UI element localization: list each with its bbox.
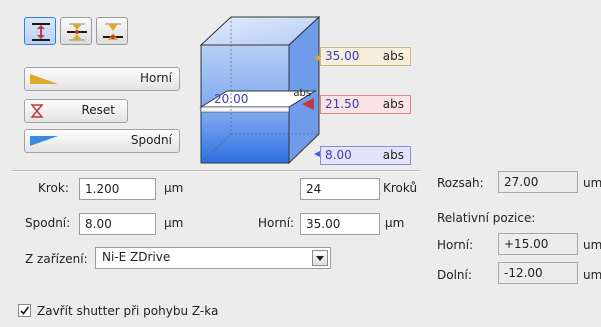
set-top-button[interactable]: Horní [24,67,180,91]
bottom-position-tag: 8.00 abs [320,146,411,165]
relative-position-heading: Relativní pozice: [437,211,536,225]
step-label: Krok: [38,181,69,195]
top-bottom-range-icon [32,23,50,41]
top-position-tag: 35.00 abs [320,47,411,66]
relative-bottom-label: Dolní: [437,268,472,282]
set-top-label: Horní [139,71,172,85]
top-wedge-icon [30,74,58,84]
range-mode-button[interactable] [24,17,56,45]
steps-count-input[interactable]: 24 [300,178,380,200]
steps-count-label: Kroků [383,181,418,195]
chevron-down-icon [316,256,324,261]
close-shutter-label[interactable]: Zavřít shutter při pohybu Z-ka [37,304,218,318]
close-shutter-checkbox[interactable] [18,304,31,317]
bottom-unit: µm [164,216,184,230]
bottom-position-unit: abs [382,148,404,162]
reset-button[interactable]: Reset [24,99,128,123]
section-divider [12,170,420,172]
middle-position-unit: abs [293,88,311,99]
z-device-value: Ni-E ZDrive [102,250,171,264]
z-device-select[interactable]: Ni-E ZDrive [95,247,331,269]
bottom-wedge-icon [30,136,58,146]
current-position-tag: 21.50 abs [320,95,411,114]
z-device-label: Z zařízení: [25,252,88,266]
top-position-unit: abs [382,49,404,63]
current-position-value: 21.50 [325,97,360,111]
top-unit: µm [385,216,405,230]
range-unit: um [583,176,601,190]
reset-label: Reset [81,103,115,117]
range-value-field: 27.00 [498,171,578,193]
bottom-position-value: 8.00 [325,148,352,162]
relative-top-label: Horní: [437,238,474,252]
current-position-unit: abs [382,97,404,111]
relative-top-field: +15.00 [498,233,578,255]
offset-range-icon [103,23,123,40]
center-mode-button[interactable] [60,17,92,45]
reset-icon [30,104,44,118]
step-input[interactable]: 1.200 [79,178,156,200]
checkmark-icon [20,306,30,315]
dropdown-arrow[interactable] [312,250,328,266]
bottom-label: Spodní: [25,216,71,230]
middle-position-value: 20.00 [214,92,249,106]
relative-top-unit: um [583,238,601,252]
top-input[interactable]: 35.00 [300,213,380,235]
offset-mode-button[interactable] [96,17,128,45]
bottom-input[interactable]: 8.00 [79,213,156,235]
relative-bottom-field: -12.00 [498,262,578,284]
middle-position-tag: 20.00 abs [203,88,314,108]
center-range-icon [67,23,87,41]
top-position-value: 35.00 [325,49,360,63]
set-bottom-button[interactable]: Spodní [24,129,180,153]
step-unit: µm [164,181,184,195]
relative-bottom-unit: um [583,268,601,282]
top-label: Horní: [258,216,295,230]
set-bottom-label: Spodní [130,133,172,147]
range-label: Rozsah: [437,176,484,190]
